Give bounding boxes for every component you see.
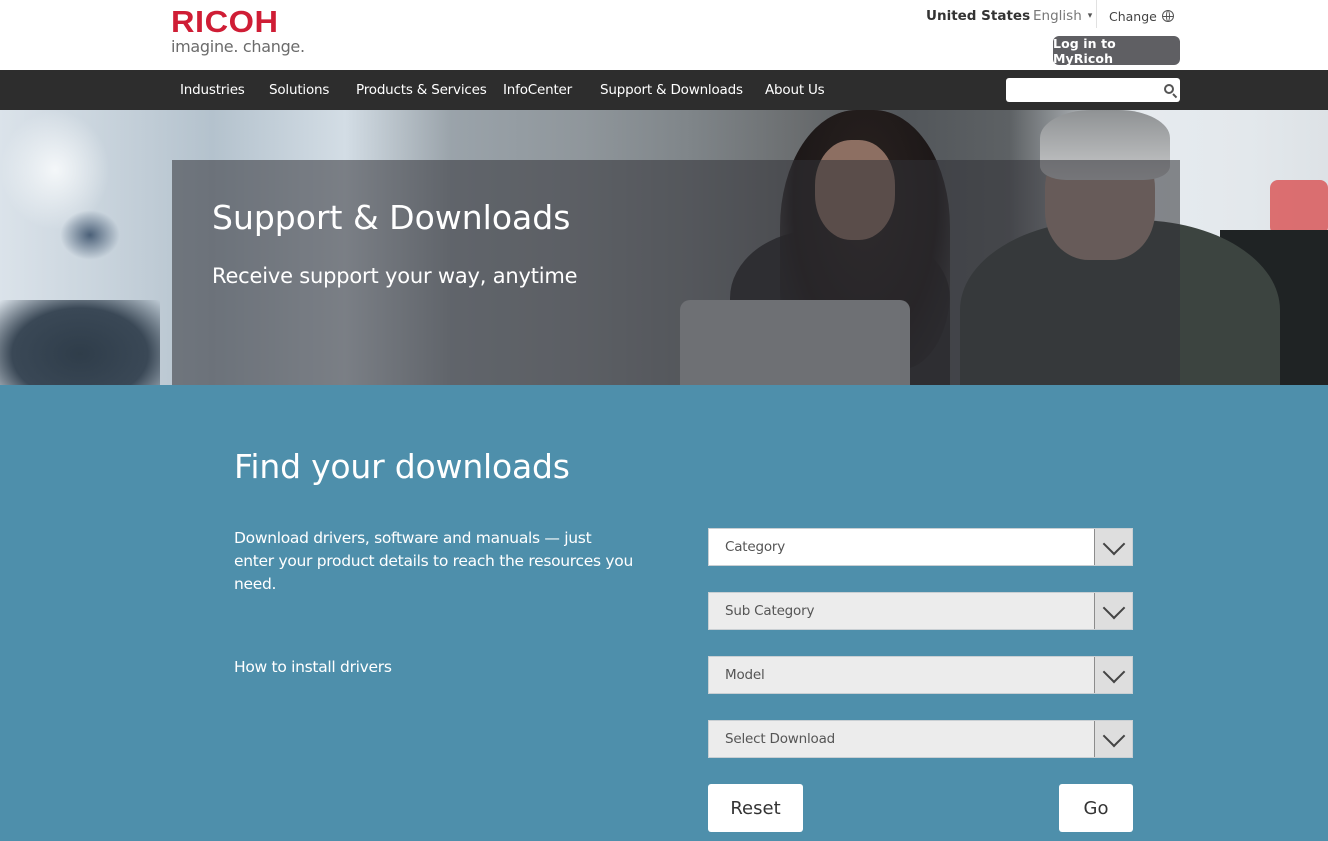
search-input[interactable]: [1010, 80, 1158, 100]
logo-wordmark: RICOH: [171, 4, 279, 39]
download-select-toggle[interactable]: [1094, 721, 1132, 757]
category-select[interactable]: Category: [708, 528, 1133, 566]
download-select[interactable]: Select Download: [708, 720, 1133, 758]
country-label: United States: [926, 8, 1031, 24]
language-label: English: [1033, 8, 1082, 24]
chevron-down-icon: [1102, 660, 1126, 684]
nav-item-infocenter[interactable]: InfoCenter: [503, 70, 572, 110]
hero-photo-background-person: [1270, 180, 1328, 235]
download-finder: Find your downloads Download drivers, so…: [0, 385, 1328, 841]
hero-photo-chair: [0, 300, 160, 385]
nav-item-solutions[interactable]: Solutions: [269, 70, 329, 110]
model-select[interactable]: Model: [708, 656, 1133, 694]
reset-button[interactable]: Reset: [708, 784, 803, 832]
search-box: [1006, 78, 1180, 102]
category-select-label: Category: [725, 539, 786, 555]
logo-tagline: imagine. change.: [171, 37, 305, 56]
how-to-install-link[interactable]: How to install drivers: [234, 658, 392, 676]
nav-item-support-downloads[interactable]: Support & Downloads: [600, 70, 743, 110]
caret-down-icon: ▾: [1087, 11, 1093, 21]
site-header: RICOH imagine. change. United States Eng…: [0, 0, 1328, 70]
ricoh-logo[interactable]: RICOH imagine. change.: [171, 6, 305, 57]
utility-divider: [1096, 0, 1097, 28]
chevron-down-icon: [1102, 724, 1126, 748]
download-select-label: Select Download: [725, 731, 836, 747]
category-select-toggle[interactable]: [1094, 529, 1132, 565]
change-region-link[interactable]: Change: [1109, 6, 1174, 26]
finder-title: Find your downloads: [234, 447, 570, 486]
main-nav: Industries Solutions Products & Services…: [0, 70, 1328, 110]
hero-banner: Support & Downloads Receive support your…: [0, 110, 1328, 385]
chevron-down-icon: [1102, 532, 1126, 556]
sub-category-select-toggle[interactable]: [1094, 593, 1132, 629]
search-icon[interactable]: [1164, 84, 1174, 94]
hero-title: Support & Downloads: [212, 198, 571, 237]
language-selector[interactable]: English ▾: [1033, 6, 1092, 26]
sub-category-select-label: Sub Category: [725, 603, 815, 619]
nav-item-industries[interactable]: Industries: [180, 70, 245, 110]
nav-item-about-us[interactable]: About Us: [765, 70, 825, 110]
finder-description: Download drivers, software and manuals —…: [234, 529, 633, 593]
model-select-toggle[interactable]: [1094, 657, 1132, 693]
login-myricoh-button[interactable]: Log in to MyRicoh: [1053, 36, 1180, 66]
sub-category-select[interactable]: Sub Category: [708, 592, 1133, 630]
hero-subtitle: Receive support your way, anytime: [212, 264, 578, 288]
go-button[interactable]: Go: [1059, 784, 1133, 832]
change-label: Change: [1109, 8, 1157, 24]
nav-item-products-services[interactable]: Products & Services: [356, 70, 487, 110]
hero-photo-blur: [60, 210, 120, 260]
chevron-down-icon: [1102, 596, 1126, 620]
model-select-label: Model: [725, 667, 765, 683]
globe-icon: [1161, 10, 1174, 22]
